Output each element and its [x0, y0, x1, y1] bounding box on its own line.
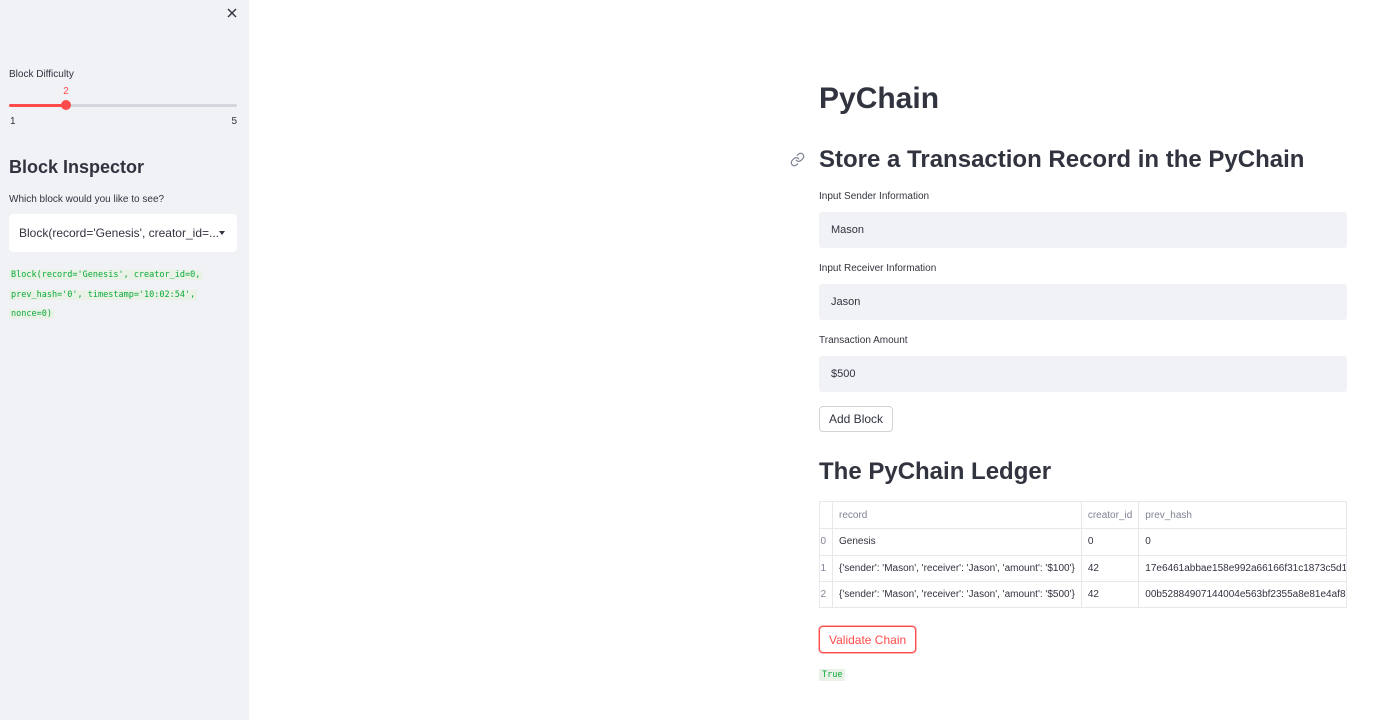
validation-result: True [819, 669, 846, 681]
block-inspector-heading: Block Inspector [9, 157, 145, 177]
block-output-line: Block(record='Genesis', creator_id=0, [9, 270, 203, 280]
table-row: 0 Genesis 0 0 [820, 528, 1346, 556]
main-content: PyChain Store a Transaction Record in th… [249, 0, 1376, 720]
block-select-label: Which block would you like to see? [9, 194, 165, 205]
sender-label: Input Sender Information [819, 191, 930, 202]
table-cell[interactable]: Genesis [832, 528, 1082, 556]
row-index: 2 [820, 581, 833, 607]
table-cell[interactable]: {'sender': 'Mason', 'receiver': 'Jason',… [832, 581, 1082, 607]
difficulty-slider[interactable]: 2 1 5 [9, 86, 237, 127]
slider-fill [9, 104, 66, 107]
column-header-creator-id[interactable]: creator_id [1081, 502, 1140, 529]
slider-thumb[interactable] [61, 100, 71, 110]
slider-min-label: 1 [10, 116, 16, 127]
amount-input[interactable] [819, 356, 1347, 392]
add-block-button[interactable]: Add Block [819, 406, 894, 432]
close-icon [227, 8, 237, 18]
sender-input[interactable] [819, 212, 1347, 248]
link-icon[interactable] [790, 152, 805, 167]
store-transaction-heading: Store a Transaction Record in the PyChai… [819, 146, 1305, 173]
receiver-input[interactable] [819, 284, 1347, 320]
receiver-label: Input Receiver Information [819, 263, 937, 274]
chevron-down-icon [219, 231, 225, 235]
ledger-table[interactable]: record creator_id prev_hash 0 Genesis 0 … [819, 501, 1347, 608]
row-index: 0 [820, 528, 833, 556]
block-select-value: Block(record='Genesis', creator_id=... [19, 226, 220, 240]
difficulty-label: Block Difficulty [9, 69, 74, 80]
table-cell[interactable]: 0 [1138, 528, 1346, 556]
block-select[interactable]: Block(record='Genesis', creator_id=... [9, 214, 237, 252]
block-output-line: nonce=0) [9, 309, 54, 319]
page-title: PyChain [819, 82, 940, 115]
block-output: Block(record='Genesis', creator_id=0, pr… [9, 266, 239, 325]
close-sidebar-button[interactable] [223, 4, 241, 22]
column-header-record[interactable]: record [832, 502, 1082, 529]
table-cell[interactable]: 17e6461abbae158e992a66166f31c1873c5d1 [1138, 555, 1346, 582]
table-cell[interactable]: 42 [1081, 555, 1140, 582]
ledger-heading: The PyChain Ledger [819, 458, 1052, 485]
table-row: 2 {'sender': 'Mason', 'receiver': 'Jason… [820, 581, 1346, 607]
slider-value: 2 [63, 86, 69, 97]
table-cell[interactable]: 42 [1081, 581, 1140, 607]
table-cell[interactable]: 00b52884907144004e563bf2355a8e81e4af8 [1138, 581, 1346, 607]
slider-track[interactable] [9, 104, 237, 107]
table-cell[interactable]: 0 [1081, 528, 1140, 556]
table-cell[interactable]: {'sender': 'Mason', 'receiver': 'Jason',… [832, 555, 1082, 582]
column-header-index [820, 502, 833, 529]
table-row: 1 {'sender': 'Mason', 'receiver': 'Jason… [820, 555, 1346, 582]
sidebar: Block Difficulty 2 1 5 Block Inspector W… [0, 0, 249, 720]
row-index: 1 [820, 555, 833, 582]
table-header-row: record creator_id prev_hash [820, 502, 1346, 529]
validate-chain-button[interactable]: Validate Chain [819, 626, 917, 653]
slider-max-label: 5 [231, 116, 237, 127]
block-output-line: prev_hash='0', timestamp='10:02:54', [9, 289, 198, 300]
amount-label: Transaction Amount [819, 335, 908, 346]
column-header-prev-hash[interactable]: prev_hash [1138, 502, 1346, 529]
